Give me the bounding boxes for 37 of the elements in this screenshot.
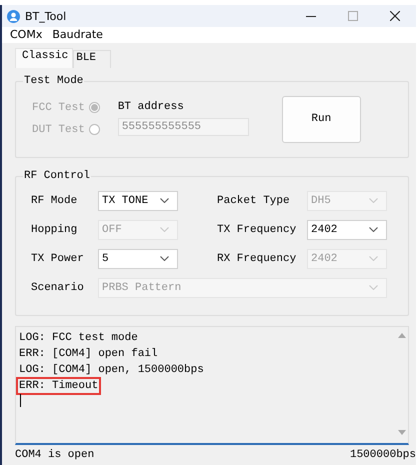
chevron-icon (369, 198, 378, 204)
log-line: LOG: FCC test mode (18, 330, 139, 346)
field-label: TX Power (31, 252, 85, 265)
chevron-icon (369, 256, 378, 262)
scroll-up-icon[interactable] (398, 332, 406, 338)
close-icon (390, 11, 400, 21)
run-button[interactable]: Run (282, 96, 361, 143)
status-text: 1500000bps (350, 449, 416, 462)
log-line: LOG: [COM4] open, 1500000bps (18, 362, 205, 378)
field-label: BT address (118, 100, 185, 113)
field-label: Packet Type (217, 194, 291, 207)
tab[interactable]: BLE (73, 50, 112, 68)
field-label: RF Mode (31, 194, 78, 207)
dropdown[interactable]: 5 (98, 248, 178, 269)
chevron-icon (160, 198, 169, 204)
window-title: BT_Tool (25, 10, 68, 22)
field-label: RX Frequency (217, 252, 298, 265)
menu-item[interactable]: Baudrate (47, 28, 108, 42)
radio-label: DUT Test (32, 124, 85, 136)
field-label: TX Frequency (217, 224, 298, 236)
menu-item[interactable]: COMx (5, 28, 48, 42)
maximize-icon (348, 11, 358, 21)
tab[interactable]: Classic (15, 48, 74, 68)
dropdown[interactable]: 2402 (307, 220, 387, 240)
status-text: COM4 is open (15, 449, 96, 462)
field-label: Scenario (31, 282, 85, 294)
chevron-icon (369, 227, 378, 232)
chevron-icon (369, 285, 378, 290)
chevron-icon (160, 256, 169, 262)
radio-label: FCC Test (32, 102, 85, 114)
chevron-icon (160, 227, 169, 232)
text-cursor (20, 394, 21, 407)
log-line: ERR: [COM4] open fail (18, 346, 159, 362)
dropdown[interactable]: TX TONE (98, 190, 178, 211)
app-icon (7, 10, 20, 22)
field-label: Hopping (31, 224, 78, 236)
scroll-down-icon[interactable] (398, 430, 406, 436)
